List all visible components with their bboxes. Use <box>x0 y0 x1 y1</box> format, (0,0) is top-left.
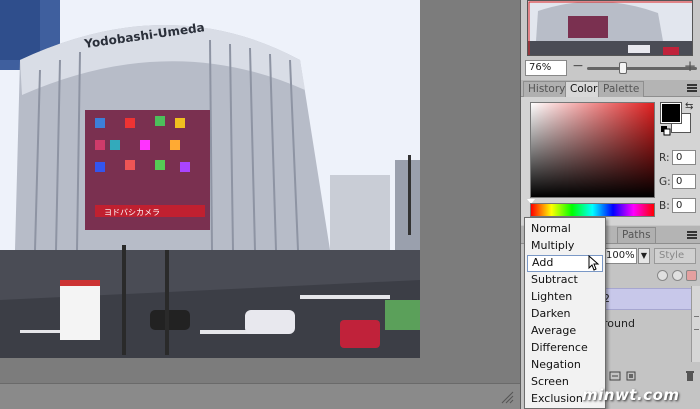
lock-image-icon[interactable] <box>672 270 683 281</box>
tab-history[interactable]: History <box>523 81 571 97</box>
blend-option-negation[interactable]: Negation <box>527 357 603 374</box>
blend-option-lighten[interactable]: Lighten <box>527 289 603 306</box>
zoom-slider-track[interactable] <box>587 67 697 70</box>
layer-opacity-input[interactable]: 100% <box>603 248 637 264</box>
foreground-color-swatch[interactable] <box>660 102 682 124</box>
layer-name: round <box>603 317 635 330</box>
color-picker: ⇆ R: 0 G: 0 B: 0 <box>521 97 700 225</box>
photo-canvas[interactable]: ヨドバシカメラ Yodobashi-Umeda <box>0 0 420 358</box>
photo-image: ヨドバシカメラ Yodobashi-Umeda <box>0 0 420 358</box>
opacity-dropdown-icon[interactable]: ▼ <box>638 248 650 264</box>
blend-option-average[interactable]: Average <box>527 323 603 340</box>
saturation-brightness-picker[interactable] <box>530 102 655 198</box>
store-sign-text: ヨドバシカメラ <box>104 208 160 217</box>
color-panel-tabs: History Color Palette <box>521 80 700 97</box>
new-layer-icon[interactable] <box>625 370 637 382</box>
blend-option-difference[interactable]: Difference <box>527 340 603 357</box>
blend-option-normal[interactable]: Normal <box>527 221 603 238</box>
canvas-workspace[interactable]: ヨドバシカメラ Yodobashi-Umeda <box>0 0 520 409</box>
green-label: G: <box>659 176 671 188</box>
blend-option-subtract[interactable]: Subtract <box>527 272 603 289</box>
horizontal-scrollbar[interactable] <box>0 383 520 409</box>
resize-grip-icon[interactable] <box>498 388 514 404</box>
blend-option-darken[interactable]: Darken <box>527 306 603 323</box>
layer-style-select[interactable]: Style <box>654 248 696 264</box>
lock-transparency-icon[interactable] <box>657 270 668 281</box>
hue-slider[interactable] <box>530 203 655 217</box>
zoom-slider-thumb[interactable] <box>619 62 627 74</box>
layer-style-label: Style <box>659 250 685 261</box>
blue-label: B: <box>659 200 670 212</box>
color-panel-menu-icon[interactable] <box>687 84 697 92</box>
green-input[interactable]: 0 <box>672 174 696 189</box>
layer-row-background[interactable]: round <box>601 314 691 334</box>
default-colors-icon[interactable] <box>661 126 671 136</box>
blend-option-multiply[interactable]: Multiply <box>527 238 603 255</box>
tab-palette[interactable]: Palette <box>598 81 645 97</box>
navigator-zoom-row: 76% − + <box>521 58 700 78</box>
tab-paths[interactable]: Paths <box>617 227 656 243</box>
mouse-pointer-icon <box>588 254 600 271</box>
watermark-text: minwt.com <box>582 386 680 404</box>
trash-icon[interactable] <box>684 370 696 382</box>
navigator-thumbnail[interactable] <box>527 0 693 56</box>
new-adjustment-layer-icon[interactable] <box>609 370 621 382</box>
red-input[interactable]: 0 <box>672 150 696 165</box>
layer-row-selected[interactable]: 2 <box>601 288 691 310</box>
tab-color[interactable]: Color <box>565 81 603 97</box>
zoom-in-icon[interactable]: + <box>683 58 697 74</box>
swap-colors-icon[interactable]: ⇆ <box>685 101 693 112</box>
navigator-preview-image <box>528 1 692 55</box>
blue-input[interactable]: 0 <box>672 198 696 213</box>
zoom-out-icon[interactable]: − <box>571 59 585 75</box>
zoom-input[interactable]: 76% <box>525 60 567 76</box>
layers-panel-menu-icon[interactable] <box>687 231 697 239</box>
layers-scrollbar[interactable] <box>691 286 700 362</box>
blend-mode-dropdown-menu: Normal Multiply Add Subtract Lighten Dar… <box>524 217 606 409</box>
red-label: R: <box>659 152 670 164</box>
lock-all-icon[interactable] <box>686 270 697 281</box>
